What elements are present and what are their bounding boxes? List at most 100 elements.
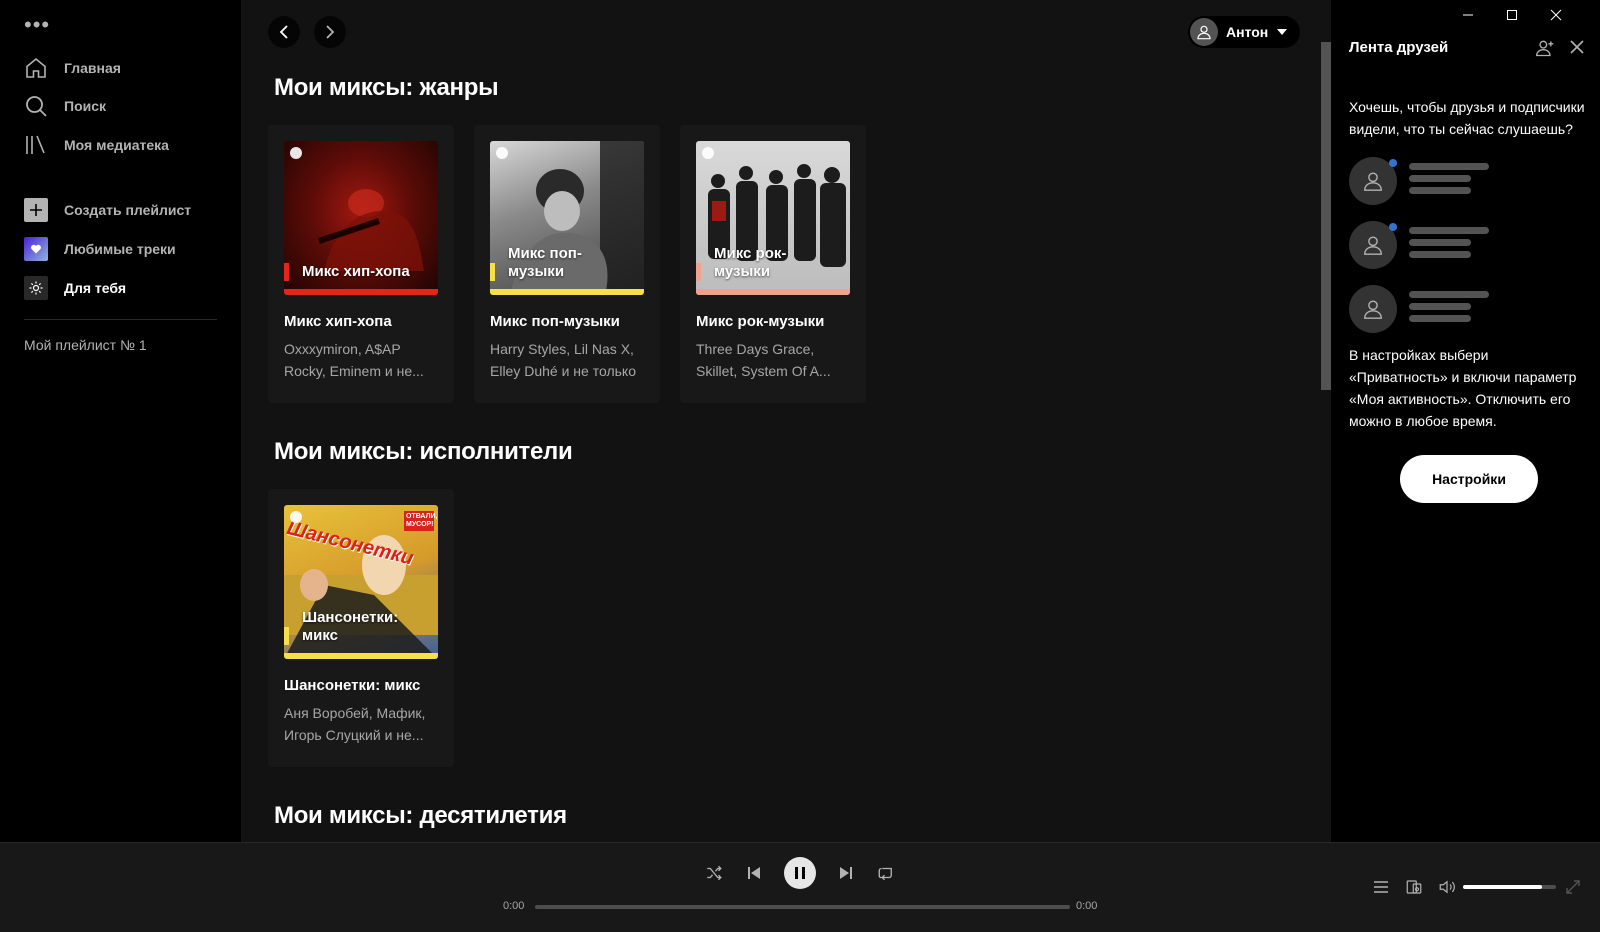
card-subtitle: Аня Воробей, Мафик, Игорь Слуцкий и не..… — [284, 705, 426, 743]
cover-accent-strip — [284, 289, 438, 295]
player-bar: 0:00 0:00 — [0, 842, 1600, 932]
window-minimize-button[interactable] — [1446, 0, 1490, 30]
back-button[interactable] — [268, 16, 300, 48]
sidebar-playlist-item[interactable]: Мой плейлист № 1 — [24, 337, 147, 353]
window-close-button[interactable] — [1534, 0, 1578, 30]
fullscreen-button[interactable] — [1561, 875, 1585, 899]
add-friend-button[interactable] — [1535, 38, 1555, 63]
placeholder-line — [1409, 163, 1489, 170]
connect-device-button[interactable] — [1402, 875, 1426, 899]
minimize-icon — [1463, 14, 1473, 16]
placeholder-line — [1409, 303, 1471, 310]
pause-icon — [795, 867, 805, 879]
main-scrollbar[interactable] — [1321, 42, 1331, 390]
create-playlist-button[interactable]: Создать плейлист — [24, 196, 191, 224]
user-name: Антон — [1226, 24, 1269, 40]
volume-button[interactable] — [1435, 875, 1459, 899]
shuffle-button[interactable] — [698, 857, 730, 889]
avatar — [1190, 18, 1218, 46]
friend-activity-info: В настройках выбери «Приватность» и вклю… — [1349, 347, 1577, 429]
time-elapsed: 0:00 — [503, 900, 525, 912]
sidebar-item-label: Моя медиатека — [64, 137, 169, 153]
sun-icon — [24, 276, 48, 300]
friend-placeholder — [1349, 285, 1589, 333]
mix-card[interactable]: Микс рок-музыки Микс рок-музыки Three Da… — [680, 125, 866, 403]
placeholder-line — [1409, 187, 1471, 194]
repeat-icon — [878, 867, 892, 881]
sidebar-item-home[interactable]: Главная — [24, 54, 121, 82]
liked-songs-button[interactable]: Любимые треки — [24, 235, 176, 263]
plus-icon — [24, 198, 48, 222]
card-subtitle: Oxxxymiron, A$AP Rocky, Eminem и не... — [284, 341, 424, 379]
pause-button[interactable] — [784, 857, 816, 889]
friend-placeholder — [1349, 221, 1589, 269]
cover-image: Микс хип-хопа — [284, 141, 438, 295]
volume-fill — [1463, 885, 1543, 889]
user-icon — [1364, 300, 1382, 319]
sidebar-item-search[interactable]: Поиск — [24, 92, 106, 120]
section-title: Мои миксы: исполнители — [274, 438, 573, 465]
placeholder-line — [1409, 239, 1471, 246]
time-total: 0:00 — [1076, 900, 1098, 912]
cover-accent-strip — [284, 653, 438, 659]
card-title: Микс рок-музыки — [696, 313, 825, 330]
close-icon — [1550, 9, 1562, 21]
mix-card[interactable]: Микс хип-хопа Микс хип-хопа Oxxxymiron, … — [268, 125, 454, 403]
queue-button[interactable] — [1369, 875, 1393, 899]
spotify-logo-icon — [290, 147, 302, 159]
skip-back-icon — [748, 867, 760, 879]
queue-icon — [1374, 881, 1388, 893]
friend-activity-title: Лента друзей — [1349, 39, 1449, 56]
friend-placeholder — [1349, 157, 1589, 205]
section-title: Мои миксы: жанры — [274, 74, 499, 101]
sidebar-item-for-you[interactable]: Для тебя — [24, 274, 126, 302]
chevron-right-icon — [326, 25, 335, 39]
sidebar-divider — [24, 319, 217, 320]
cover-accent-strip — [490, 289, 644, 295]
cover-accent-strip — [696, 289, 850, 295]
search-icon — [24, 94, 48, 118]
volume-slider[interactable] — [1463, 885, 1556, 889]
sidebar-item-label: Поиск — [64, 98, 107, 114]
placeholder-line — [1409, 291, 1489, 298]
shuffle-icon — [707, 865, 722, 881]
user-icon — [1197, 25, 1211, 40]
online-indicator — [1389, 223, 1397, 231]
close-friend-panel-button[interactable] — [1569, 39, 1585, 60]
cover-image: Микс рок-музыки — [696, 141, 850, 295]
previous-button[interactable] — [738, 857, 770, 889]
sidebar-item-label: Для тебя — [64, 280, 127, 296]
friend-activity-panel: Лента друзей Хочешь, чтобы друзья и подп… — [1331, 0, 1600, 842]
forward-button[interactable] — [314, 16, 346, 48]
mix-card[interactable]: Микс поп-музыки Микс поп-музыки Harry St… — [474, 125, 660, 403]
chevron-left-icon — [279, 25, 288, 39]
mix-card[interactable]: Шансонетки ОТВАЛИ, МУСОР! Шансонетки: ми… — [268, 489, 454, 767]
close-icon — [1570, 40, 1584, 54]
user-icon — [1364, 172, 1382, 191]
window-maximize-button[interactable] — [1490, 0, 1534, 30]
online-indicator — [1389, 159, 1397, 167]
sidebar-item-label: Создать плейлист — [64, 202, 192, 218]
placeholder-line — [1409, 251, 1471, 258]
cover-image: Шансонетки ОТВАЛИ, МУСОР! Шансонетки: ми… — [284, 505, 438, 659]
sidebar-item-library[interactable]: Моя медиатека — [24, 131, 169, 159]
cover-title: Микс рок-музыки — [714, 245, 787, 280]
friend-activity-question: Хочешь, чтобы друзья и подписчики видели… — [1349, 99, 1585, 137]
next-button[interactable] — [830, 857, 862, 889]
user-menu-button[interactable]: Антон — [1188, 16, 1301, 48]
heart-icon — [24, 237, 48, 261]
maximize-icon — [1507, 10, 1517, 20]
card-title: Микс поп-музыки — [490, 313, 620, 330]
cover-accent-bar — [490, 263, 495, 281]
skip-forward-icon — [840, 867, 852, 879]
repeat-button[interactable] — [870, 857, 902, 889]
add-friend-icon — [1535, 40, 1554, 57]
placeholder-line — [1409, 315, 1471, 322]
progress-bar[interactable] — [535, 905, 1070, 909]
cover-title: Микс хип-хопа — [302, 263, 410, 280]
caret-down-icon — [1277, 29, 1288, 35]
more-dots-icon[interactable]: ••• — [24, 14, 50, 36]
sidebar-item-label: Любимые треки — [64, 241, 176, 257]
placeholder-line — [1409, 175, 1471, 182]
settings-button[interactable]: Настройки — [1400, 455, 1538, 503]
